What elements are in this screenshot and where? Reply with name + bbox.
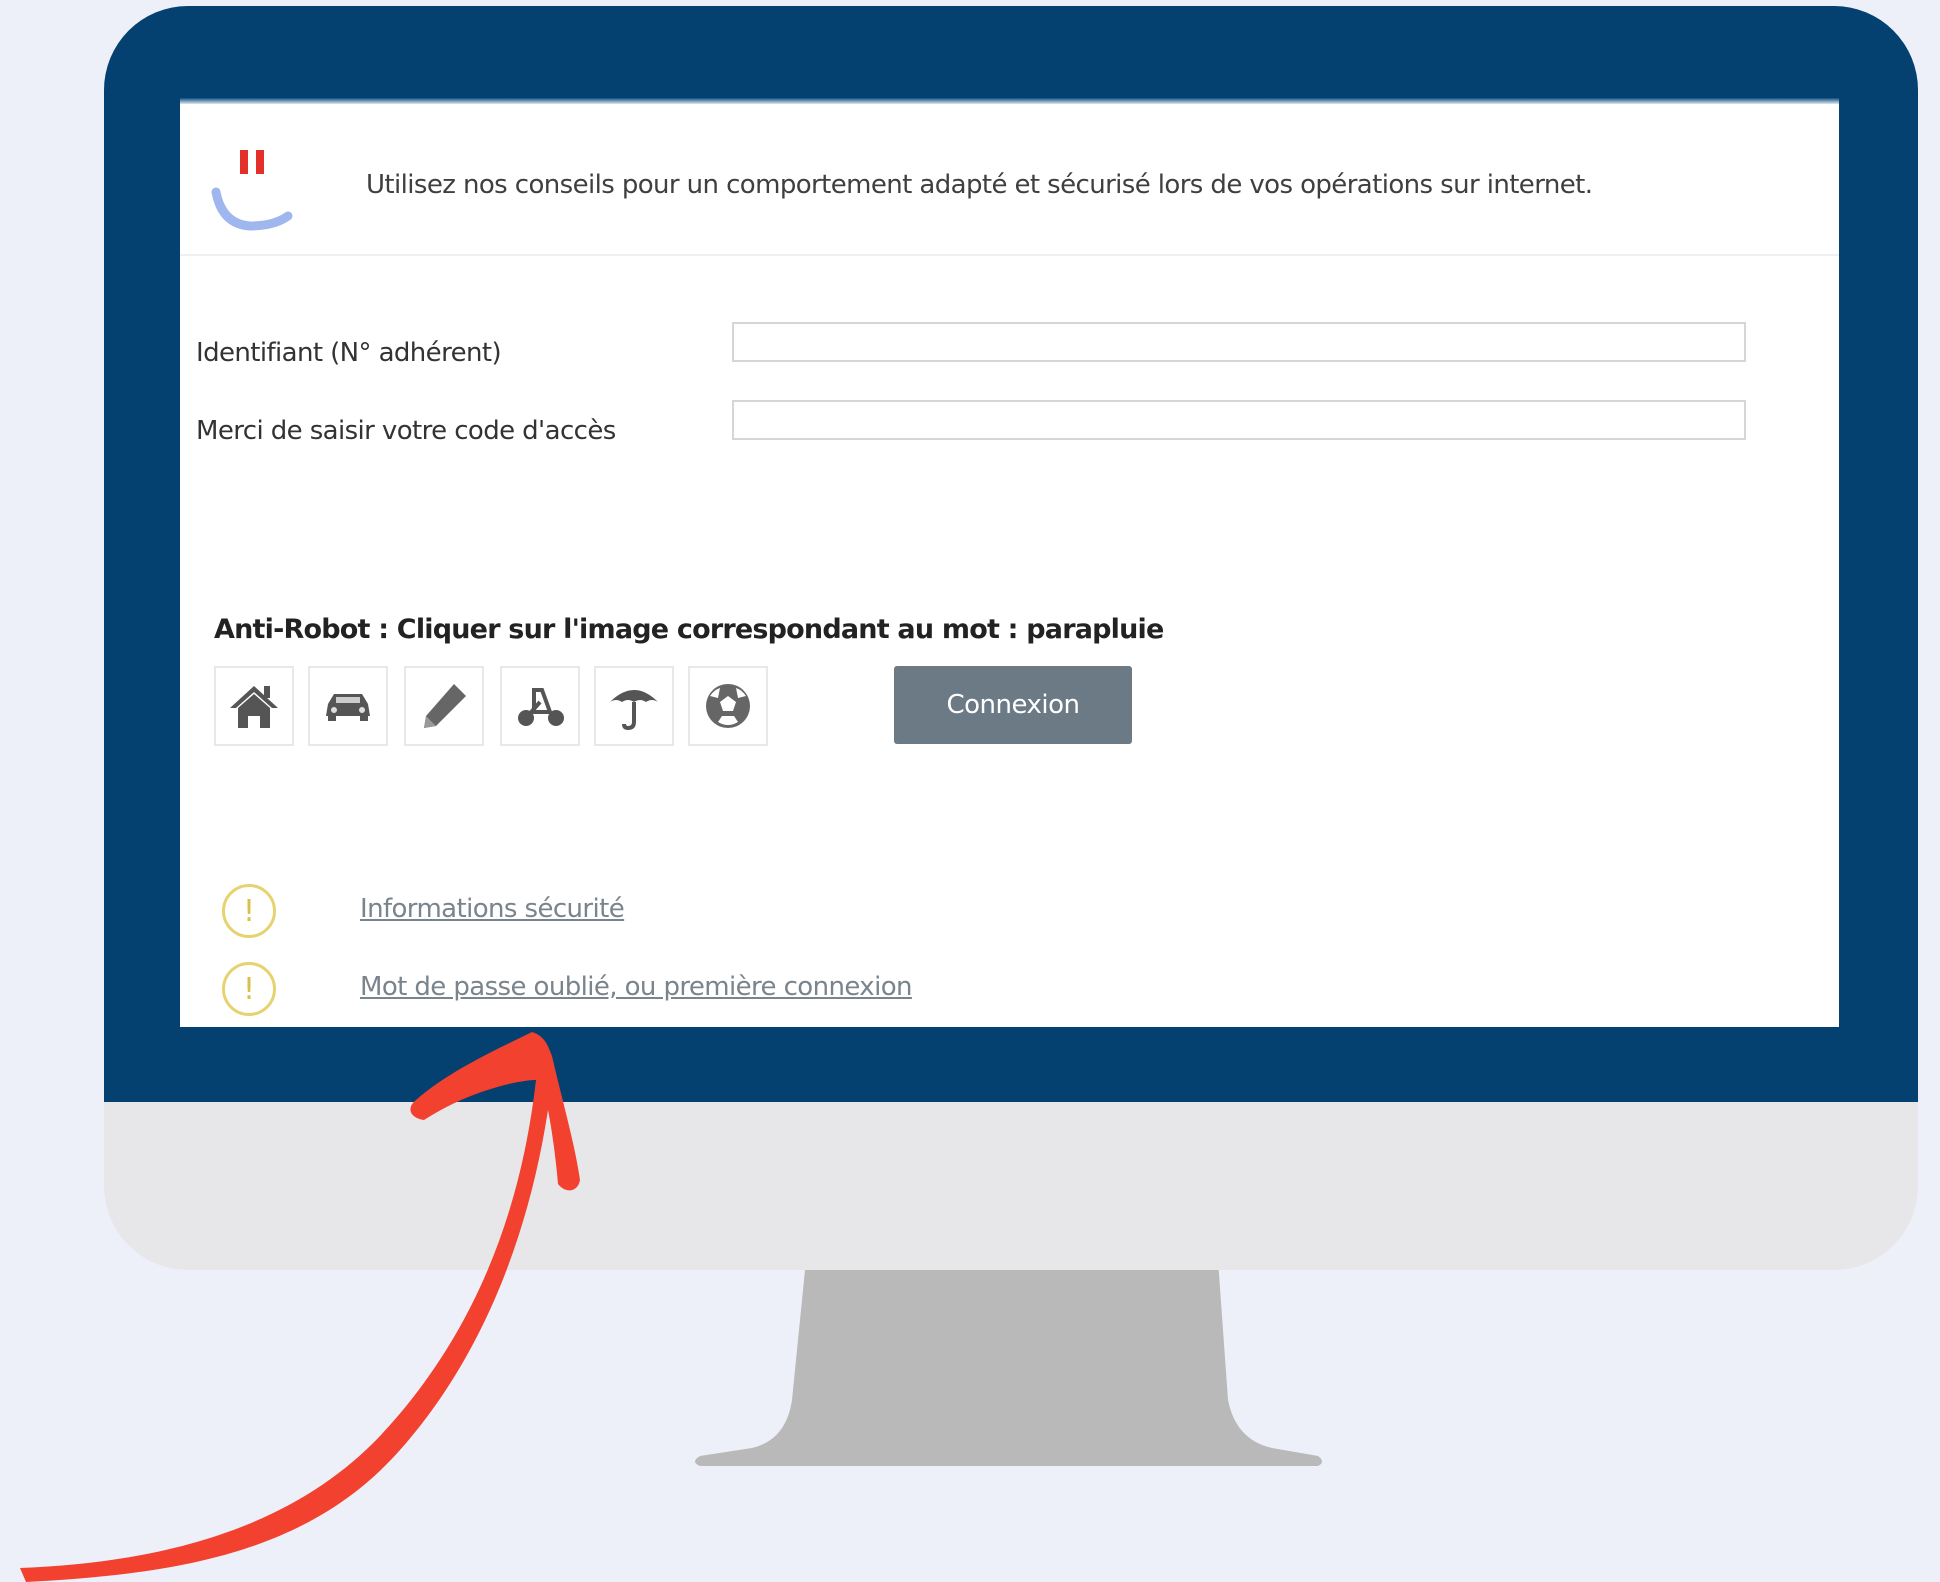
captcha-option-soccer-ball[interactable] xyxy=(688,666,768,746)
access-code-label: Merci de saisir votre code d'accès xyxy=(196,416,616,446)
captcha-option-umbrella[interactable] xyxy=(594,666,674,746)
security-info-link[interactable]: Informations sécurité xyxy=(360,894,625,924)
captcha-option-car[interactable] xyxy=(308,666,388,746)
captcha-option-house[interactable] xyxy=(214,666,294,746)
pencil-icon xyxy=(424,684,466,728)
monitor-body: Utilisez nos conseils pour un comporteme… xyxy=(104,6,1918,1270)
anti-robot-label: Anti-Robot : Cliquer sur l'image corresp… xyxy=(214,614,1164,645)
soccer-ball-icon xyxy=(706,684,750,728)
captcha-option-pencil[interactable] xyxy=(404,666,484,746)
warning-icon: ! xyxy=(222,962,276,1016)
monitor-mockup: Utilisez nos conseils pour un comporteme… xyxy=(0,0,1940,1582)
house-icon xyxy=(230,686,278,728)
forgot-password-link[interactable]: Mot de passe oublié, ou première connexi… xyxy=(360,972,913,1002)
warning-icon: ! xyxy=(222,884,276,938)
screen: Utilisez nos conseils pour un comporteme… xyxy=(180,98,1839,1027)
security-notice: Utilisez nos conseils pour un comporteme… xyxy=(180,104,1839,256)
scooter-icon xyxy=(518,688,564,726)
access-code-input[interactable] xyxy=(732,400,1746,440)
smiley-logo-icon xyxy=(211,150,293,231)
identifier-label: Identifiant (N° adhérent) xyxy=(196,338,502,368)
captcha-option-scooter[interactable] xyxy=(500,666,580,746)
car-icon xyxy=(326,694,370,721)
umbrella-icon xyxy=(610,690,658,731)
identifier-input[interactable] xyxy=(732,322,1746,362)
notice-text: Utilisez nos conseils pour un comporteme… xyxy=(366,170,1593,200)
monitor-frame: Utilisez nos conseils pour un comporteme… xyxy=(104,6,1918,1102)
connexion-button[interactable]: Connexion xyxy=(894,666,1132,744)
